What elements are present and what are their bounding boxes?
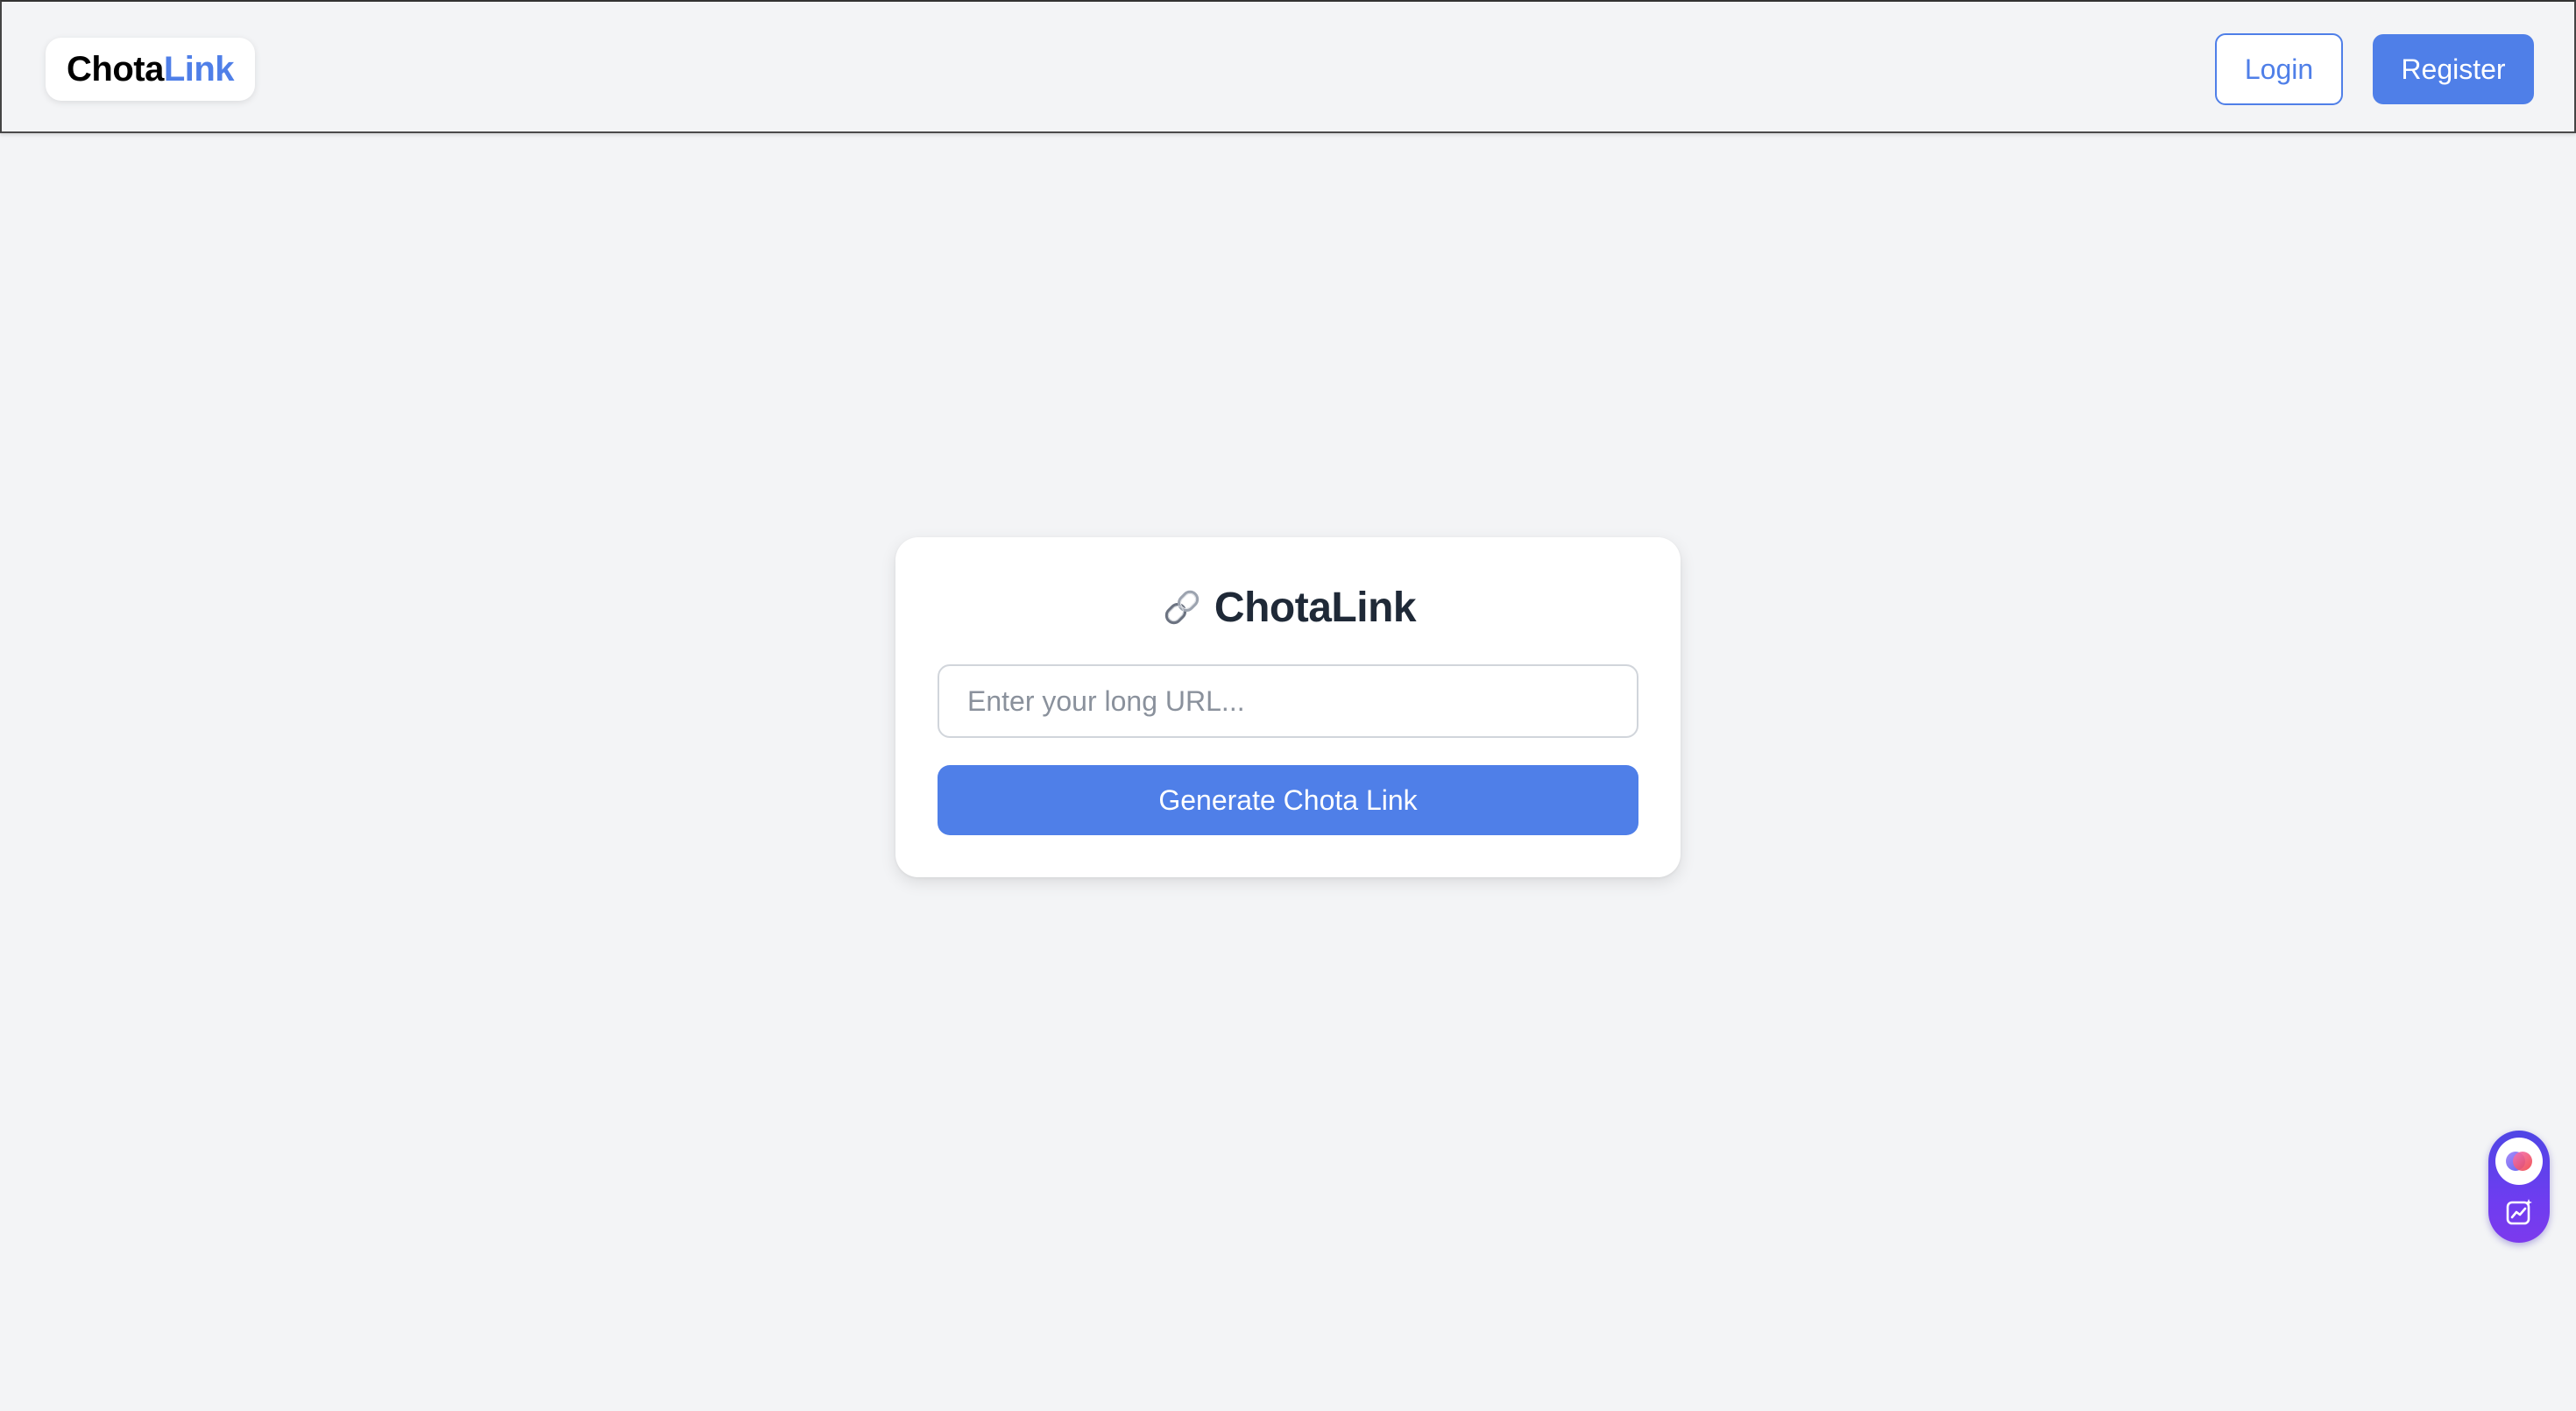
- brand-logo-part-a: Chota: [67, 49, 164, 89]
- card-title: ChotaLink: [1214, 584, 1417, 631]
- long-url-input[interactable]: [938, 664, 1638, 738]
- register-button[interactable]: Register: [2373, 34, 2534, 104]
- generate-link-button[interactable]: Generate Chota Link: [938, 765, 1638, 835]
- login-button[interactable]: Login: [2215, 33, 2343, 105]
- link-icon: [1160, 585, 1204, 629]
- chart-sparkle-icon[interactable]: [2499, 1192, 2539, 1232]
- shortener-card: ChotaLink Generate Chota Link: [895, 537, 1681, 877]
- brand-logo[interactable]: Chota Link: [46, 38, 256, 101]
- floating-assistant-widget: [2488, 1131, 2550, 1243]
- top-navbar: Chota Link Login Register: [0, 0, 2576, 133]
- brand-logo-part-b: Link: [163, 49, 235, 89]
- card-heading: ChotaLink: [895, 579, 1681, 635]
- assistant-orb-icon[interactable]: [2495, 1138, 2543, 1185]
